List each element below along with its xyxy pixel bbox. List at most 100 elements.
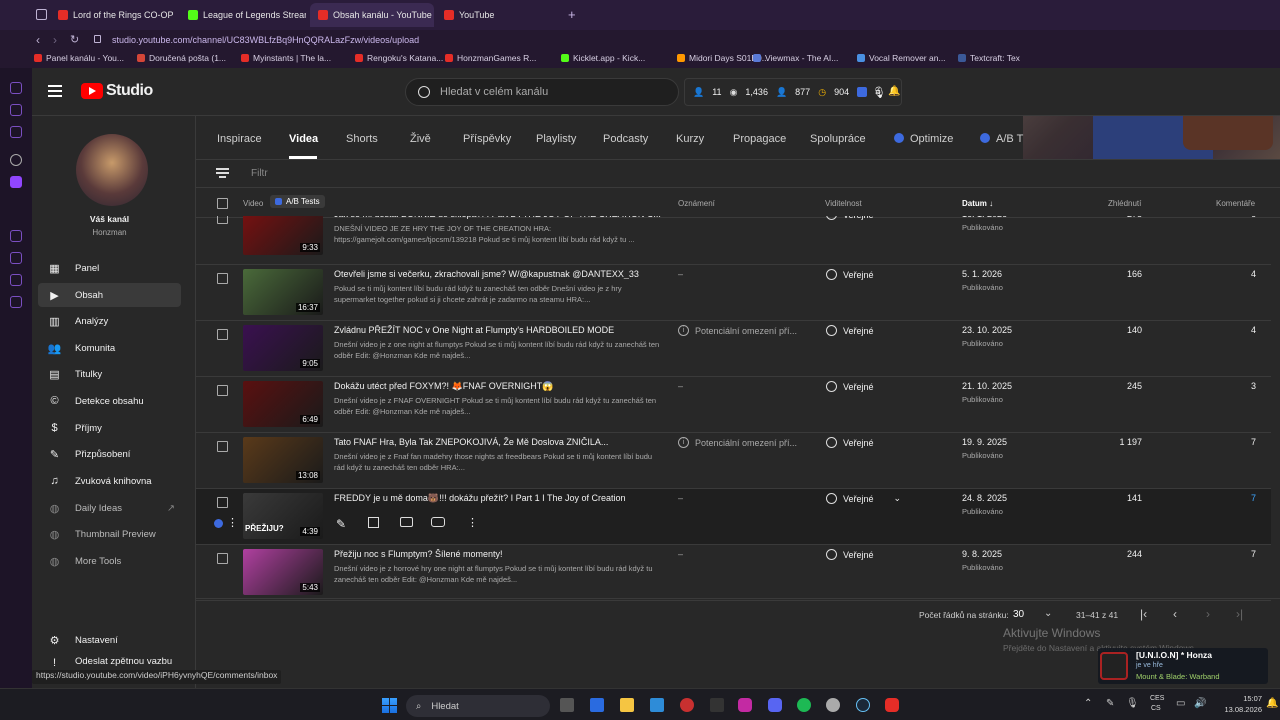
nav-panel[interactable]: ▦ Panel <box>38 256 181 280</box>
next-page-icon[interactable]: › <box>1206 607 1210 621</box>
tab-propagace[interactable]: Propagace <box>733 133 786 145</box>
row-checkbox[interactable] <box>217 216 228 224</box>
tab-optimize[interactable]: Optimize <box>894 133 953 145</box>
youtube-view-icon[interactable] <box>431 517 445 527</box>
bookmark-item[interactable]: Doručená pošta (1... <box>137 53 226 63</box>
bookmark-item[interactable]: Rengoku's Katana... <box>355 53 443 63</box>
notifications-icon[interactable]: 🔔 <box>1266 698 1278 709</box>
video-thumbnail[interactable]: 16:37 <box>243 269 323 315</box>
nav-p-izp-soben-[interactable]: ✎ Přizpůsobení <box>38 442 181 466</box>
reload-icon[interactable]: ↻ <box>70 33 79 46</box>
discord-icon[interactable] <box>768 698 782 712</box>
task-view-icon[interactable] <box>560 698 574 712</box>
taskbar-search[interactable]: ⌕ Hledat <box>406 695 550 717</box>
nav-anal-zy[interactable]: ▥ Analýzy <box>38 309 181 333</box>
channel-avatar[interactable] <box>76 134 148 206</box>
video-title[interactable]: Jak se mi dostal BONNIE do sklepa?! I Pa… <box>334 216 664 219</box>
settings-gear-icon[interactable] <box>10 154 22 166</box>
nav-obsah[interactable]: ▶ Obsah <box>38 283 181 307</box>
instagram-icon[interactable] <box>738 698 752 712</box>
nav-more-tools[interactable]: ◍ More Tools <box>38 549 181 573</box>
filter-icon[interactable] <box>216 168 229 170</box>
row-checkbox[interactable] <box>217 385 228 396</box>
vidiq-icon[interactable] <box>214 519 223 528</box>
nav-settings[interactable]: ⚙ Nastavení <box>38 628 181 652</box>
nav-p-jmy[interactable]: $ Příjmy <box>38 416 181 440</box>
video-thumbnail[interactable]: 9:33 <box>243 216 323 255</box>
chevron-down-icon[interactable]: ⌄ <box>894 493 902 504</box>
analytics-icon[interactable] <box>368 517 379 528</box>
bookmark-item[interactable]: Panel kanálu - You... <box>34 53 124 63</box>
chevron-down-icon[interactable]: ⌄ <box>1044 608 1052 619</box>
col-date[interactable]: Datum ↓ <box>962 199 993 208</box>
last-page-icon[interactable]: ›| <box>1236 607 1243 621</box>
video-title[interactable]: Dokážu utéct před FOXYM?! 🦊FNAF OVERNIGH… <box>334 381 664 392</box>
tab-spolupr-ce[interactable]: Spolupráce <box>810 133 866 145</box>
youtube-logo-icon[interactable] <box>81 83 103 99</box>
nav-feedback[interactable]: ! Odeslat zpětnou vazbu <box>38 656 181 670</box>
tab-youtube[interactable]: YouTube <box>444 6 554 24</box>
info-icon[interactable]: i <box>678 437 689 448</box>
notification-bell-icon[interactable]: 🔔 <box>888 86 900 97</box>
edge-icon[interactable] <box>650 698 664 712</box>
video-title[interactable]: Tato FNAF Hra, Byla Tak ZNEPOKOJIVÁ, Že … <box>334 437 664 447</box>
tab-actions-icon[interactable] <box>36 9 47 20</box>
tab-inspirace[interactable]: Inspirace <box>217 133 262 145</box>
tab--iv-[interactable]: Živě <box>410 133 431 145</box>
lang-bottom[interactable]: CS <box>1151 705 1161 712</box>
app-icon[interactable] <box>826 698 840 712</box>
select-all-checkbox[interactable] <box>217 198 228 209</box>
menu-icon[interactable] <box>48 85 62 87</box>
info-icon[interactable]: i <box>678 325 689 336</box>
store-icon[interactable] <box>590 698 604 712</box>
start-icon[interactable] <box>382 698 397 713</box>
back-icon[interactable]: ‹ <box>36 33 40 47</box>
nav-daily-ideas[interactable]: ◍ Daily Ideas ↗ <box>38 496 181 520</box>
table-row[interactable]: 9:33 Jak se mi dostal BONNIE do sklepa?! … <box>196 216 1271 265</box>
video-thumbnail[interactable]: 13:08 <box>243 437 323 483</box>
opera-icon[interactable] <box>680 698 694 712</box>
table-row[interactable]: 9:05 Zvládnu PŘEŽÍT NOC v One Night at Fl… <box>196 321 1271 377</box>
steam-notification[interactable]: [U.N.I.O.N] * Honza je ve hře Mount & Bl… <box>1098 648 1268 684</box>
lang-top[interactable]: CES <box>1150 695 1164 702</box>
prev-page-icon[interactable]: ‹ <box>1173 607 1177 621</box>
youtube-app-icon[interactable] <box>885 698 899 712</box>
video-thumbnail[interactable]: 5:43 <box>243 549 323 595</box>
video-title[interactable]: FREDDY je u mě doma🐻!!! dokážu přežít? I… <box>334 493 664 504</box>
forward-icon[interactable]: › <box>53 33 57 47</box>
tab-playlisty[interactable]: Playlisty <box>536 133 576 145</box>
pen-icon[interactable]: ✎ <box>1106 698 1114 709</box>
nav-detekce-obsahu[interactable]: © Detekce obsahu <box>38 389 181 413</box>
table-row[interactable]: 6:49 Dokážu utéct před FOXYM?! 🦊FNAF OVER… <box>196 377 1271 433</box>
sidebar-app-icon[interactable] <box>10 252 22 264</box>
bookmark-item[interactable]: HonzmanGames R... <box>445 53 536 63</box>
tab-podcasty[interactable]: Podcasty <box>603 133 648 145</box>
bookmark-item[interactable]: Vocal Remover an... <box>857 53 946 63</box>
new-tab-button[interactable]: + <box>568 7 576 22</box>
bookmark-item[interactable]: Myinstants | The la... <box>241 53 331 63</box>
video-title[interactable]: Otevřeli jsme si večerku, zkrachovali js… <box>334 269 664 279</box>
clock-time[interactable]: 15:07 <box>1230 694 1262 703</box>
vidiq-stats-bar[interactable]: 👤 11 ◉ 1,436 👤 877 ◷ 904 ≡ <box>684 78 902 106</box>
visibility-cell[interactable]: Veřejné <box>826 549 874 560</box>
tab-shorts[interactable]: Shorts <box>346 133 378 145</box>
sidebar-app-icon[interactable] <box>10 230 22 242</box>
visibility-cell[interactable]: Veřejné <box>826 269 874 280</box>
obs-icon[interactable] <box>710 698 724 712</box>
visibility-cell[interactable]: Veřejné <box>826 437 874 448</box>
visibility-cell[interactable]: Veřejné <box>826 325 874 336</box>
mic-tray-icon[interactable]: 🎙 <box>1126 698 1139 709</box>
search-input[interactable]: Hledat v celém kanálu <box>440 86 548 98</box>
mic-icon[interactable]: 🎙 <box>872 86 886 99</box>
tab-lol[interactable]: League of Legends Stream <box>188 6 306 24</box>
url-field[interactable]: studio.youtube.com/channel/UC83WBLfzBq9H… <box>112 35 419 45</box>
tab-a-b-t[interactable]: A/B T <box>980 133 1023 145</box>
visibility-cell[interactable]: Veřejné <box>826 216 874 220</box>
tab-lotr[interactable]: Lord of the Rings CO-OP in <box>58 6 176 24</box>
row-checkbox[interactable] <box>217 273 228 284</box>
steam-icon[interactable] <box>856 698 870 712</box>
clock-date[interactable]: 13.08.2026 <box>1212 705 1262 714</box>
network-icon[interactable]: ▭ <box>1176 698 1185 709</box>
visibility-cell[interactable]: Veřejné <box>826 381 874 392</box>
sidebar-app-icon[interactable] <box>10 82 22 94</box>
